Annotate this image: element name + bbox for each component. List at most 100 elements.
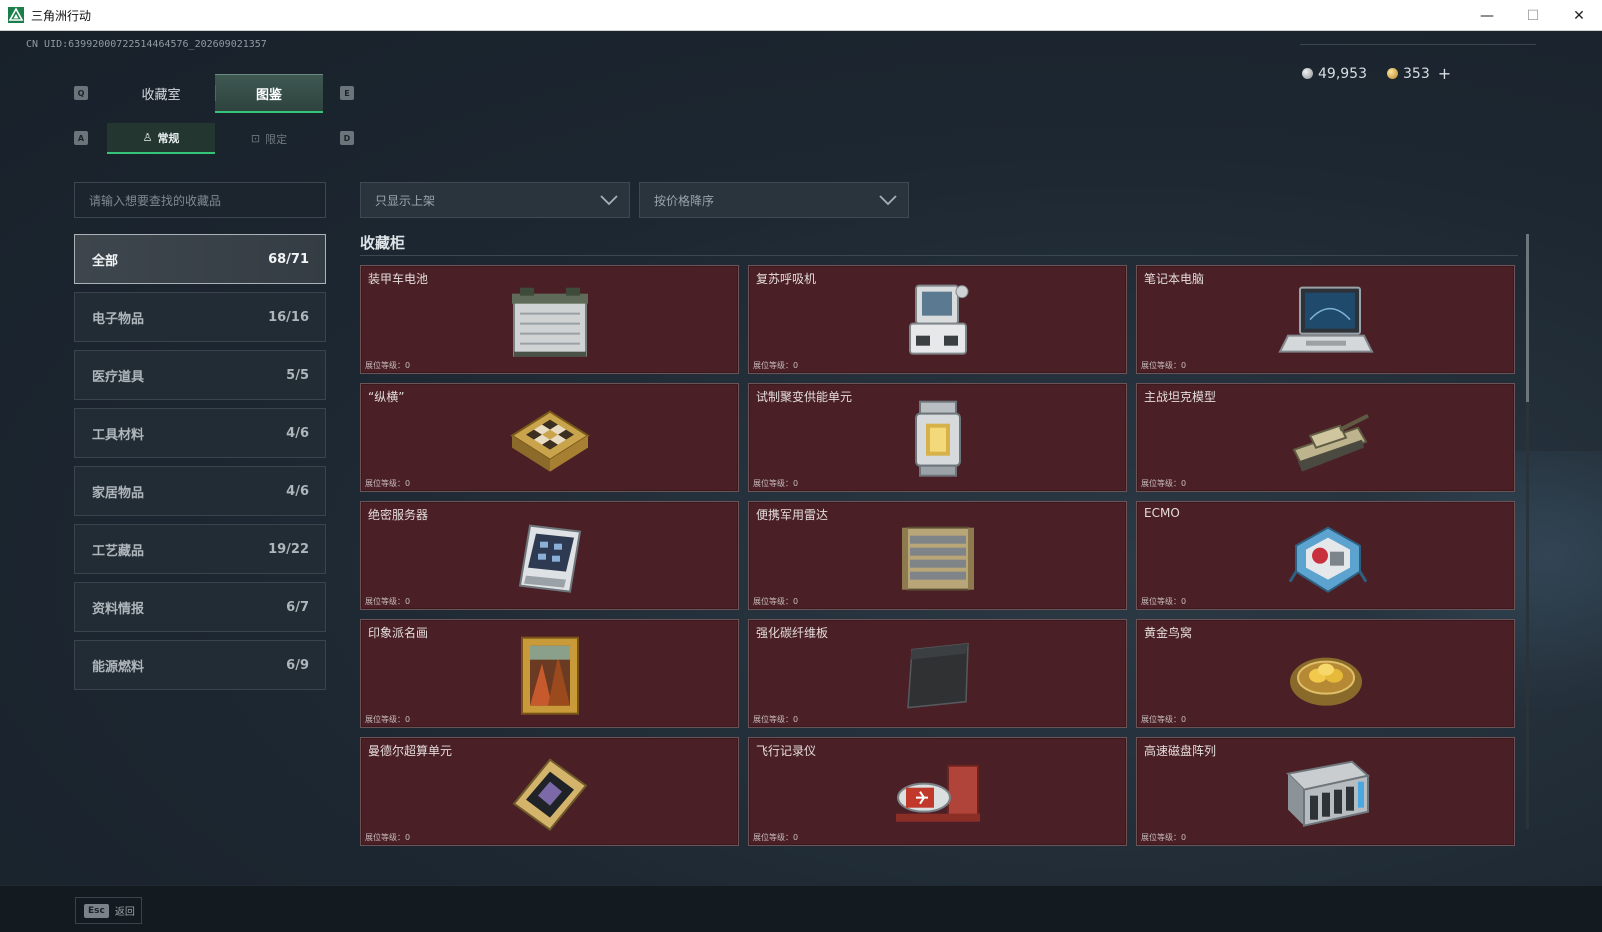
item-name: 绝密服务器: [368, 508, 429, 522]
back-button[interactable]: Esc 返回: [75, 897, 142, 924]
item-name: 曼德尔超算单元: [368, 744, 453, 758]
chevron-down-icon: [879, 195, 897, 206]
item-card[interactable]: 高速磁盘阵列 展位等级：0: [1136, 737, 1515, 846]
item-card[interactable]: 绝密服务器 展位等级：0: [360, 501, 739, 610]
item-level: 展位等级：0: [1141, 361, 1187, 370]
sort-value: 按价格降序: [654, 193, 715, 208]
tab-collection-room[interactable]: 收藏室: [107, 74, 215, 113]
category-count: 68/71: [268, 251, 309, 267]
secondary-tabs: ♙ 常规 ⊡ 限定: [107, 123, 323, 154]
category-medical[interactable]: 医疗道具 5/5: [74, 350, 326, 400]
item-name: 强化碳纤维板: [756, 626, 829, 640]
shelf-filter-dropdown[interactable]: 只显示上架: [360, 182, 630, 218]
shelf-filter-value: 只显示上架: [375, 193, 436, 208]
supercomputer-chip-icon: [512, 757, 587, 831]
category-crafts[interactable]: 工艺藏品 19/22: [74, 524, 326, 574]
key-hint-q: Q: [74, 86, 88, 100]
tab-catalog[interactable]: 图鉴: [215, 74, 323, 113]
window-title: 三角洲行动: [31, 8, 92, 23]
category-label: 医疗道具: [92, 369, 145, 385]
category-count: 16/16: [268, 309, 309, 325]
game-viewport: CN UID:63992000722514464576_202609021357…: [0, 31, 1602, 932]
window-titlebar: 三角洲行动 — ☐ ✕: [0, 0, 1602, 31]
disk-array-icon: [1285, 760, 1370, 827]
category-label: 工艺藏品: [92, 543, 145, 559]
scrollbar-thumb[interactable]: [1526, 234, 1529, 402]
category-intel[interactable]: 资料情报 6/7: [74, 582, 326, 632]
item-level: 展位等级：0: [753, 833, 799, 842]
category-label: 工具材料: [92, 427, 145, 443]
category-electronics[interactable]: 电子物品 16/16: [74, 292, 326, 342]
item-grid-viewport: 装甲车电池 展位等级：0 复苏呼吸机 展位等级：0 笔记本电脑 展位等级：0 “…: [360, 265, 1518, 860]
item-name: 笔记本电脑: [1144, 272, 1205, 286]
item-level: 展位等级：0: [753, 361, 799, 370]
grid-scrollbar[interactable]: [1526, 234, 1529, 829]
search-input[interactable]: 请输入想要查找的收藏品: [74, 182, 326, 218]
tank-model-icon: [1292, 413, 1369, 472]
key-hint-e: E: [340, 86, 354, 100]
item-card[interactable]: 强化碳纤维板 展位等级：0: [748, 619, 1127, 728]
category-count: 4/6: [286, 483, 309, 499]
category-label: 资料情报: [92, 601, 145, 617]
battery-icon: [511, 287, 588, 357]
currency-divider: [1300, 44, 1536, 45]
add-currency-button[interactable]: +: [1438, 64, 1451, 83]
item-card[interactable]: 复苏呼吸机 展位等级：0: [748, 265, 1127, 374]
bottle-icon: ♙: [142, 131, 153, 144]
back-label: 返回: [114, 907, 135, 918]
item-card[interactable]: 笔记本电脑 展位等级：0: [1136, 265, 1515, 374]
item-card[interactable]: 主战坦克模型 展位等级：0: [1136, 383, 1515, 492]
flight-recorder-icon: [895, 764, 980, 822]
server-icon: [518, 524, 581, 593]
maximize-button[interactable]: ☐: [1510, 0, 1556, 31]
category-all[interactable]: 全部 68/71: [74, 234, 326, 284]
silver-coin-icon: [1302, 68, 1313, 79]
silver-amount: 49,953: [1318, 65, 1367, 82]
category-label: 家居物品: [92, 485, 145, 501]
item-level: 展位等级：0: [1141, 479, 1187, 488]
category-list: 全部 68/71 电子物品 16/16 医疗道具 5/5 工具材料 4/6 家居…: [74, 234, 326, 698]
item-card[interactable]: ECMO 展位等级：0: [1136, 501, 1515, 610]
subtab-limited[interactable]: ⊡ 限定: [215, 123, 323, 154]
sort-dropdown[interactable]: 按价格降序: [639, 182, 909, 218]
item-card[interactable]: 装甲车电池 展位等级：0: [360, 265, 739, 374]
item-level: 展位等级：0: [365, 597, 411, 606]
minimize-button[interactable]: —: [1464, 0, 1510, 31]
subtab-regular[interactable]: ♙ 常规: [107, 123, 215, 154]
item-level: 展位等级：0: [753, 479, 799, 488]
frame-icon: ⊡: [250, 132, 261, 145]
item-name: ECMO: [1144, 506, 1180, 520]
category-label: 能源燃料: [92, 659, 145, 675]
gold-amount: 353: [1403, 65, 1430, 82]
item-level: 展位等级：0: [365, 833, 411, 842]
item-card[interactable]: 试制聚变供能单元 展位等级：0: [748, 383, 1127, 492]
carbon-plate-icon: [906, 642, 969, 709]
key-hint-a: A: [74, 131, 88, 145]
item-name: 黄金鸟窝: [1144, 626, 1193, 640]
category-tools[interactable]: 工具材料 4/6: [74, 408, 326, 458]
category-label: 电子物品: [92, 311, 145, 327]
item-card[interactable]: 飞行记录仪 展位等级：0: [748, 737, 1127, 846]
category-household[interactable]: 家居物品 4/6: [74, 466, 326, 516]
item-level: 展位等级：0: [753, 597, 799, 606]
ecmo-icon: [1288, 526, 1367, 593]
item-card[interactable]: 黄金鸟窝 展位等级：0: [1136, 619, 1515, 728]
item-level: 展位等级：0: [365, 479, 411, 488]
category-energy[interactable]: 能源燃料 6/9: [74, 640, 326, 690]
item-level: 展位等级：0: [1141, 715, 1187, 724]
tab-divider: [215, 85, 216, 101]
item-card[interactable]: 曼德尔超算单元 展位等级：0: [360, 737, 739, 846]
painting-icon: [520, 636, 579, 715]
category-count: 19/22: [268, 541, 309, 557]
primary-tabs: 收藏室 图鉴: [107, 74, 323, 113]
close-button[interactable]: ✕: [1556, 0, 1602, 31]
ventilator-icon: [908, 284, 968, 355]
item-card[interactable]: 便携军用雷达 展位等级：0: [748, 501, 1127, 610]
golden-nest-icon: [1289, 657, 1362, 706]
user-uid: CN UID:63992000722514464576_202609021357: [26, 39, 267, 50]
key-hint-d: D: [340, 131, 354, 145]
item-card[interactable]: “纵横” 展位等级：0: [360, 383, 739, 492]
subtab-limited-label: 限定: [265, 132, 288, 146]
esc-keycap: Esc: [84, 903, 109, 918]
item-card[interactable]: 印象派名画 展位等级：0: [360, 619, 739, 728]
